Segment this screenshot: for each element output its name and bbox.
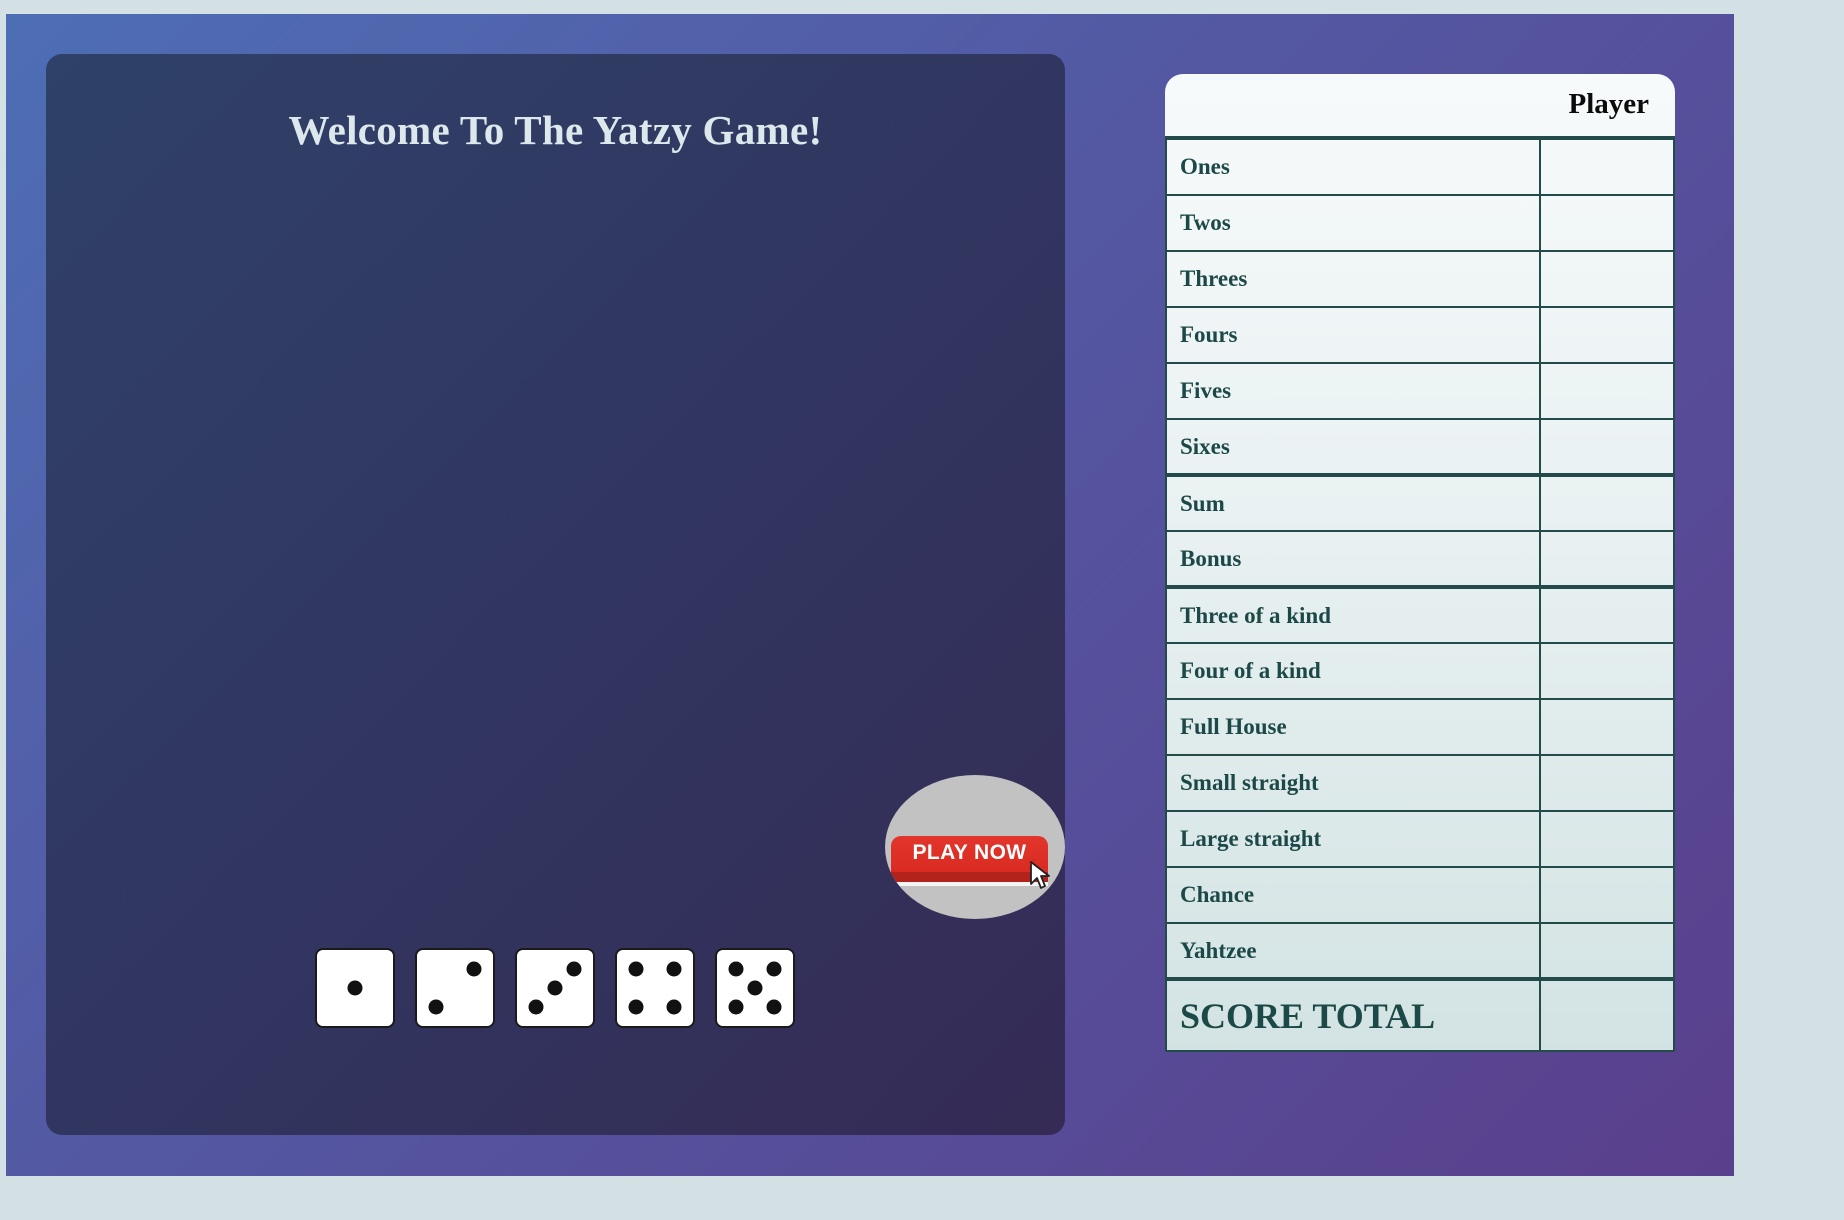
game-board: Welcome To The Yatzy Game! PLAY NOW — [46, 54, 1065, 1135]
play-now-button[interactable]: PLAY NOW — [885, 775, 1065, 919]
score-cell-twos[interactable] — [1539, 194, 1675, 252]
score-label-small-straight: Small straight — [1165, 754, 1541, 812]
score-label-threes: Threes — [1165, 250, 1541, 308]
score-row: Large straight — [1165, 810, 1675, 868]
die-1[interactable] — [315, 948, 395, 1028]
score-cell-small-straight[interactable] — [1539, 754, 1675, 812]
score-row: Twos — [1165, 194, 1675, 252]
die-pip — [728, 999, 744, 1015]
score-row: Sum — [1165, 473, 1675, 532]
score-label-yahtzee: Yahtzee — [1165, 922, 1541, 980]
score-label-sixes: Sixes — [1165, 418, 1541, 476]
score-cell-chance[interactable] — [1539, 866, 1675, 924]
score-cell-sum[interactable] — [1539, 473, 1675, 532]
score-row: Chance — [1165, 866, 1675, 924]
scorecard-header: Player — [1165, 74, 1675, 138]
score-total-value — [1539, 977, 1675, 1052]
score-row: Bonus — [1165, 530, 1675, 588]
score-cell-fives[interactable] — [1539, 362, 1675, 420]
die-pip — [428, 999, 444, 1015]
die-pip — [466, 961, 482, 977]
die-pip — [766, 961, 782, 977]
die-pip — [728, 961, 744, 977]
die-pip — [628, 999, 644, 1015]
die-pip — [347, 980, 363, 996]
die-pip — [666, 961, 682, 977]
score-cell-fours[interactable] — [1539, 306, 1675, 364]
scorecard: Player Ones Twos Threes Fours Fives Sixes Sum B… — [1165, 74, 1675, 1052]
score-row: Small straight — [1165, 754, 1675, 812]
score-row: Yahtzee — [1165, 922, 1675, 980]
score-label-sum: Sum — [1165, 473, 1541, 532]
welcome-title: Welcome To The Yatzy Game! — [288, 107, 823, 153]
play-button-shadow — [891, 872, 1048, 882]
pointer-cursor-icon — [1029, 859, 1050, 889]
score-cell-large-straight[interactable] — [1539, 810, 1675, 868]
score-cell-bonus[interactable] — [1539, 530, 1675, 588]
score-label-chance: Chance — [1165, 866, 1541, 924]
dice-row — [315, 948, 795, 1028]
play-button-base — [891, 882, 1048, 886]
score-total-label: SCORE TOTAL — [1165, 977, 1541, 1052]
score-label-fours: Fours — [1165, 306, 1541, 364]
score-row: Threes — [1165, 250, 1675, 308]
die-2[interactable] — [415, 948, 495, 1028]
score-row: Ones — [1165, 138, 1675, 196]
score-cell-yahtzee[interactable] — [1539, 922, 1675, 980]
score-cell-ones[interactable] — [1539, 138, 1675, 196]
score-cell-threes[interactable] — [1539, 250, 1675, 308]
score-table: Ones Twos Threes Fours Fives Sixes Sum Bonus Thr… — [1165, 138, 1675, 1052]
score-label-four-of-a-kind: Four of a kind — [1165, 642, 1541, 700]
score-label-three-of-a-kind: Three of a kind — [1165, 585, 1541, 644]
die-3[interactable] — [515, 948, 595, 1028]
app-background: Welcome To The Yatzy Game! PLAY NOW Play… — [6, 14, 1734, 1176]
score-label-twos: Twos — [1165, 194, 1541, 252]
score-cell-three-of-a-kind[interactable] — [1539, 585, 1675, 644]
score-total-row: SCORE TOTAL — [1165, 977, 1675, 1052]
die-pip — [528, 999, 544, 1015]
die-4[interactable] — [615, 948, 695, 1028]
player-column-header: Player — [1568, 88, 1649, 120]
score-label-fives: Fives — [1165, 362, 1541, 420]
score-row: Fives — [1165, 362, 1675, 420]
score-cell-sixes[interactable] — [1539, 418, 1675, 476]
die-pip — [566, 961, 582, 977]
score-label-large-straight: Large straight — [1165, 810, 1541, 868]
score-label-full-house: Full House — [1165, 698, 1541, 756]
score-row: Three of a kind — [1165, 585, 1675, 644]
score-row: Fours — [1165, 306, 1675, 364]
score-label-ones: Ones — [1165, 138, 1541, 196]
die-pip — [766, 999, 782, 1015]
score-cell-full-house[interactable] — [1539, 698, 1675, 756]
die-5[interactable] — [715, 948, 795, 1028]
die-pip — [747, 980, 763, 996]
score-cell-four-of-a-kind[interactable] — [1539, 642, 1675, 700]
die-pip — [547, 980, 563, 996]
score-label-bonus: Bonus — [1165, 530, 1541, 588]
score-row: Sixes — [1165, 418, 1675, 476]
play-now-label: PLAY NOW — [891, 836, 1048, 872]
die-pip — [628, 961, 644, 977]
score-row: Four of a kind — [1165, 642, 1675, 700]
die-pip — [666, 999, 682, 1015]
score-row: Full House — [1165, 698, 1675, 756]
